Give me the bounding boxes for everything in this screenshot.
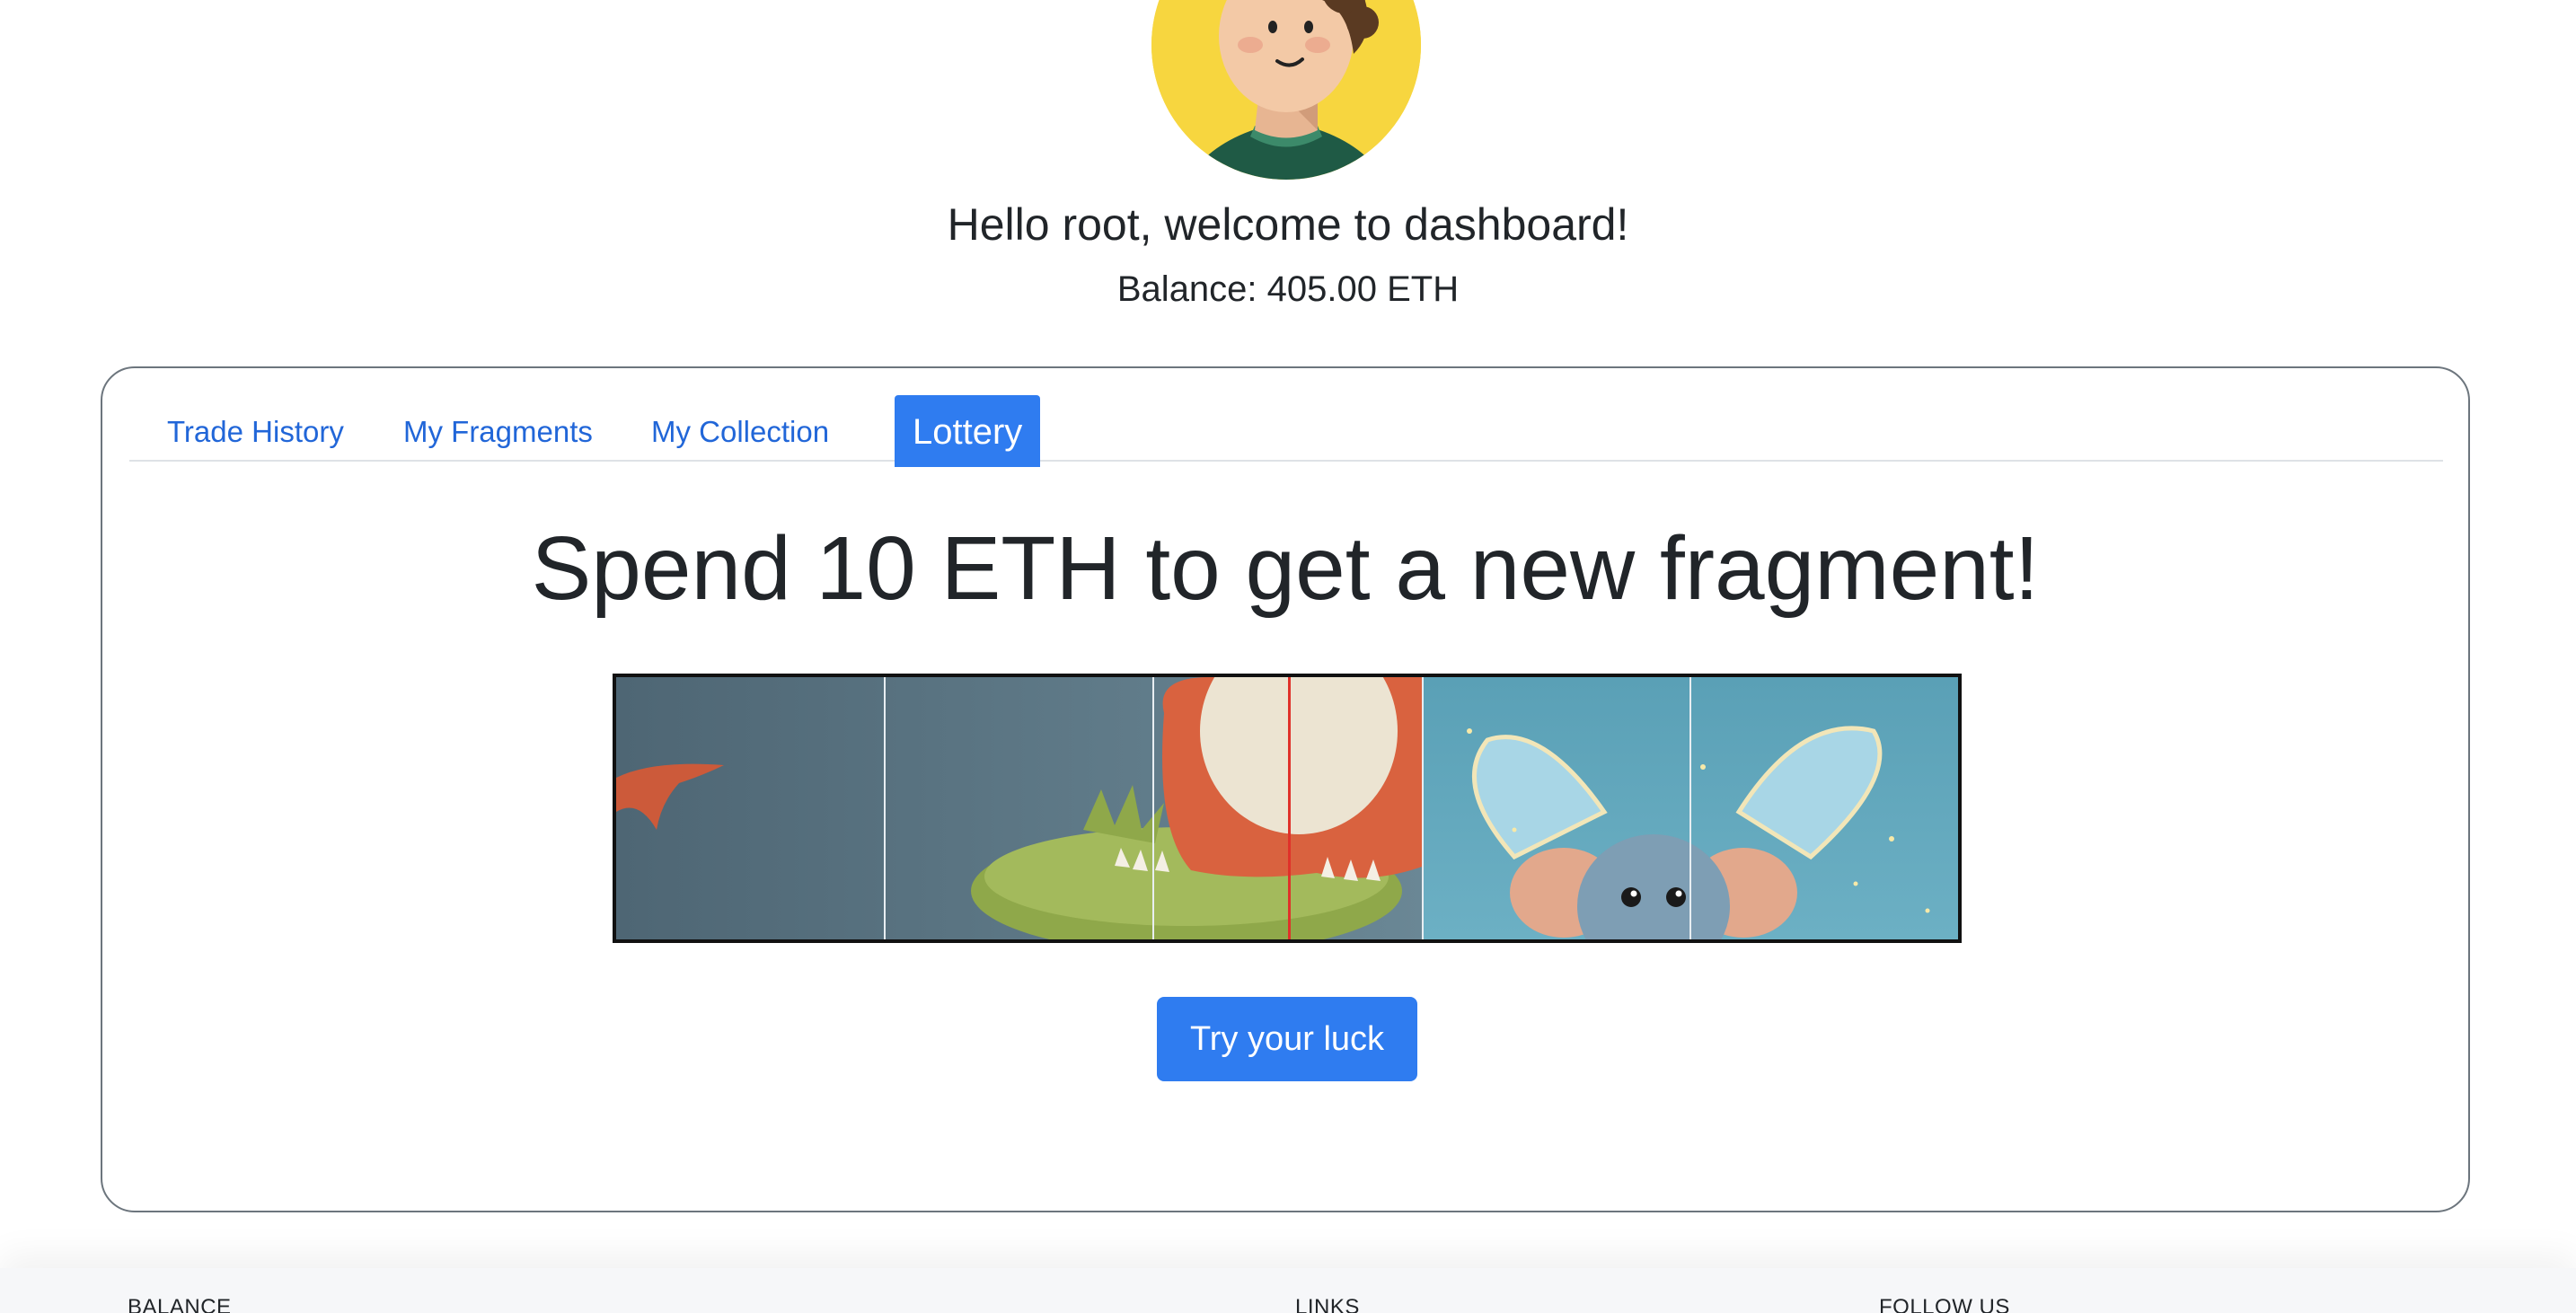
lottery-headline: Spend 10 ETH to get a new fragment! (531, 518, 2040, 619)
avatar-illustration (1151, 0, 1421, 180)
welcome-heading: Hello root, welcome to dashboard! (947, 199, 1629, 250)
try-your-luck-button[interactable]: Try your luck (1157, 997, 1417, 1081)
footer-balance-heading: BALANCE (128, 1295, 232, 1313)
tab-bar: Trade History My Fragments My Collection… (129, 395, 2443, 467)
balance-text: Balance: 405.00 ETH (1116, 269, 1460, 309)
tab-my-fragments[interactable]: My Fragments (403, 397, 593, 469)
footer-links-heading: LINKS (1295, 1295, 1360, 1313)
reel-pointer (1288, 677, 1291, 939)
footer: BALANCE LINKS FOLLOW US (0, 1268, 2576, 1313)
dashboard-page: Hello root, welcome to dashboard! Balanc… (0, 0, 2576, 1313)
reel-fragments (616, 677, 1958, 939)
tab-my-collection[interactable]: My Collection (651, 397, 829, 469)
lottery-reel (613, 674, 1962, 943)
tab-trade-history[interactable]: Trade History (167, 397, 344, 469)
dashboard-card: Trade History My Fragments My Collection… (101, 366, 2470, 1212)
tab-lottery[interactable]: Lottery (895, 395, 1041, 467)
user-avatar (1151, 0, 1421, 180)
footer-follow-heading: FOLLOW US (1879, 1295, 2010, 1313)
